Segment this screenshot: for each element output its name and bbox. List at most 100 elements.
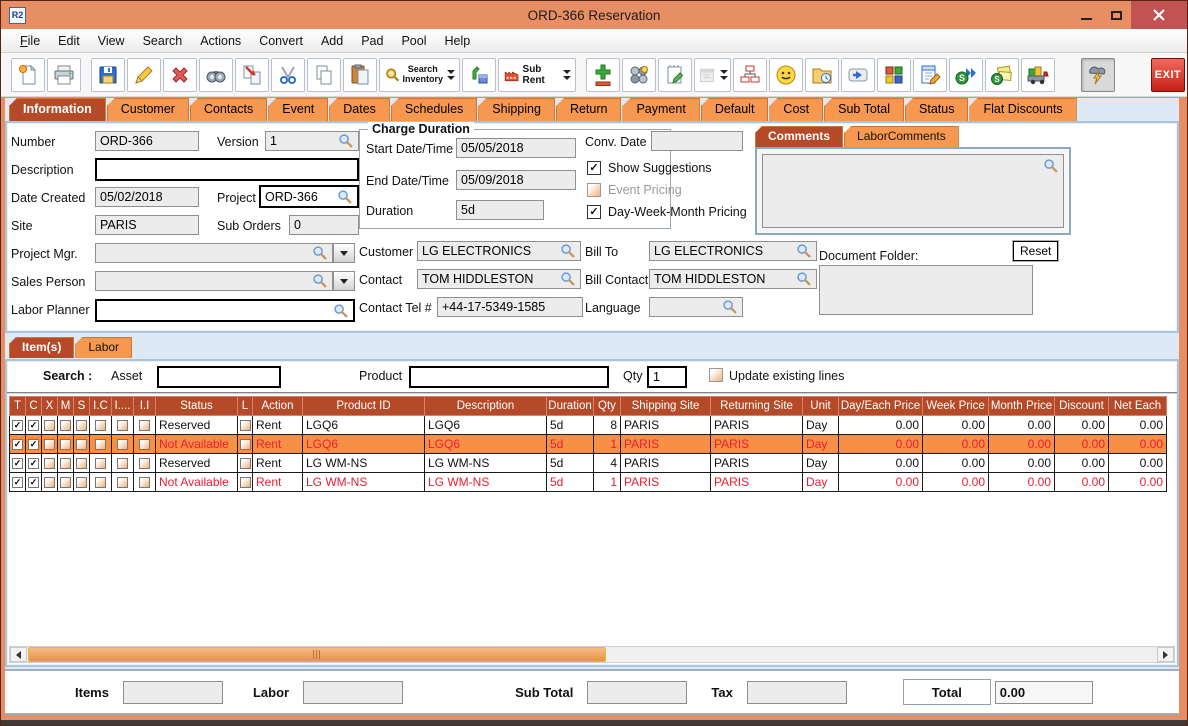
cell-status[interactable]: Not Available: [156, 435, 238, 454]
close-button[interactable]: [1131, 1, 1187, 29]
end-date-field[interactable]: [456, 170, 576, 190]
cell-status[interactable]: Not Available: [156, 473, 238, 492]
print-button[interactable]: [47, 58, 81, 92]
unchecked-checkbox-icon[interactable]: [44, 477, 55, 488]
sub-orders-field[interactable]: [289, 215, 359, 235]
cell-net-each[interactable]: 0.00: [1109, 454, 1167, 473]
labor-planner-field[interactable]: [95, 299, 355, 322]
conv-date-field[interactable]: [651, 131, 743, 151]
unchecked-checkbox-icon[interactable]: [117, 477, 128, 488]
cell-shipping-site[interactable]: PARIS: [621, 473, 711, 492]
row-flag-s[interactable]: [74, 454, 90, 473]
column-header-i-c[interactable]: I.C: [90, 397, 112, 416]
quick-action-button[interactable]: [1081, 58, 1115, 92]
transfer-document-button[interactable]: [235, 58, 269, 92]
unchecked-checkbox-icon[interactable]: [139, 439, 150, 450]
history-folder-button[interactable]: [805, 58, 839, 92]
date-created-field[interactable]: [95, 187, 199, 207]
unchecked-checkbox-icon[interactable]: [240, 458, 251, 469]
column-header-unit[interactable]: Unit: [803, 397, 839, 416]
cell-discount[interactable]: 0.00: [1055, 473, 1109, 492]
cell-discount[interactable]: 0.00: [1055, 435, 1109, 454]
sales-person-search-icon[interactable]: [312, 273, 328, 289]
row-flag-i-i[interactable]: [134, 416, 156, 435]
row-flag-t[interactable]: ✓: [10, 416, 26, 435]
menu-pad[interactable]: Pad: [352, 31, 392, 51]
column-header-discount[interactable]: Discount: [1055, 397, 1109, 416]
number-field[interactable]: [95, 131, 199, 151]
tab-default[interactable]: Default: [701, 98, 769, 121]
bill-to-search-icon[interactable]: [796, 243, 812, 259]
totals-items-field[interactable]: [123, 681, 223, 704]
copy-button[interactable]: [307, 58, 341, 92]
tab-customer[interactable]: Customer: [107, 98, 189, 121]
tab-sub-total[interactable]: Sub Total: [824, 98, 904, 121]
cell-month-price[interactable]: 0.00: [989, 473, 1055, 492]
version-search-icon[interactable]: [338, 133, 354, 149]
column-header-s[interactable]: S: [74, 397, 90, 416]
checked-checkbox-icon[interactable]: ✓: [28, 420, 39, 431]
unchecked-checkbox-icon[interactable]: [60, 439, 71, 450]
tab-dates[interactable]: Dates: [329, 98, 390, 121]
cell-product-id[interactable]: LGQ6: [303, 416, 425, 435]
column-header-c[interactable]: C: [26, 397, 42, 416]
row-flag-m[interactable]: [58, 435, 74, 454]
unchecked-checkbox-icon[interactable]: [117, 458, 128, 469]
description-field[interactable]: [95, 158, 359, 181]
row-flag-i-i[interactable]: [134, 473, 156, 492]
show-suggestions-checkbox[interactable]: ✓: [587, 161, 601, 175]
cell-week-price[interactable]: 0.00: [923, 416, 989, 435]
row-flag-c[interactable]: ✓: [26, 416, 42, 435]
checked-checkbox-icon[interactable]: ✓: [28, 477, 39, 488]
customer-service-button[interactable]: [769, 58, 803, 92]
checked-checkbox-icon[interactable]: ✓: [28, 458, 39, 469]
column-header-net-each[interactable]: Net Each: [1109, 397, 1167, 416]
tab-return[interactable]: Return: [556, 98, 622, 121]
cell-week-price[interactable]: 0.00: [923, 435, 989, 454]
column-header-day-each-price[interactable]: Day/Each Price: [839, 397, 923, 416]
row-flag-c[interactable]: ✓: [26, 435, 42, 454]
memo-edit-button[interactable]: [913, 58, 947, 92]
cell-unit[interactable]: Day: [803, 473, 839, 492]
cell-qty[interactable]: 1: [594, 473, 621, 492]
unchecked-checkbox-icon[interactable]: [60, 458, 71, 469]
unchecked-checkbox-icon[interactable]: [117, 439, 128, 450]
cell-qty[interactable]: 1: [594, 435, 621, 454]
menu-actions[interactable]: Actions: [191, 31, 250, 51]
product-input[interactable]: [409, 366, 609, 388]
column-header-x[interactable]: X: [42, 397, 58, 416]
cell-shipping-site[interactable]: PARIS: [621, 435, 711, 454]
cell-day-each-price[interactable]: 0.00: [839, 473, 923, 492]
column-header-status[interactable]: Status: [156, 397, 238, 416]
version-field[interactable]: [265, 131, 359, 151]
cell-month-price[interactable]: 0.00: [989, 435, 1055, 454]
paste-button[interactable]: [343, 58, 377, 92]
row-flag-m[interactable]: [58, 454, 74, 473]
row-flag-i-c[interactable]: [90, 435, 112, 454]
unchecked-checkbox-icon[interactable]: [76, 477, 87, 488]
unchecked-checkbox-icon[interactable]: [60, 477, 71, 488]
notes-button[interactable]: [658, 58, 692, 92]
document-folder-field[interactable]: [819, 265, 1033, 315]
cell-description[interactable]: LG WM-NS: [425, 454, 547, 473]
calendar-button[interactable]: [694, 58, 731, 92]
tab-comments[interactable]: Comments: [755, 126, 843, 147]
row-flag-x[interactable]: [42, 454, 58, 473]
row-flag-x[interactable]: [42, 435, 58, 454]
cut-button[interactable]: [271, 58, 305, 92]
cell-duration[interactable]: 5d: [547, 473, 594, 492]
row-flag-t[interactable]: ✓: [10, 435, 26, 454]
cell-action[interactable]: Rent: [253, 454, 303, 473]
tab-items[interactable]: Item(s): [9, 337, 74, 358]
cell-l[interactable]: [238, 454, 253, 473]
minimize-button[interactable]: [1071, 1, 1101, 29]
tab-shipping[interactable]: Shipping: [478, 98, 555, 121]
delivery-button[interactable]: [1021, 58, 1055, 92]
contact-tel-field[interactable]: [437, 297, 583, 317]
unchecked-checkbox-icon[interactable]: [240, 477, 251, 488]
column-header-month-price[interactable]: Month Price: [989, 397, 1055, 416]
reset-button[interactable]: Reset: [1013, 241, 1058, 261]
forward-status-button[interactable]: S: [949, 58, 983, 92]
menu-view[interactable]: View: [89, 31, 134, 51]
bill-to-field[interactable]: [649, 241, 817, 261]
